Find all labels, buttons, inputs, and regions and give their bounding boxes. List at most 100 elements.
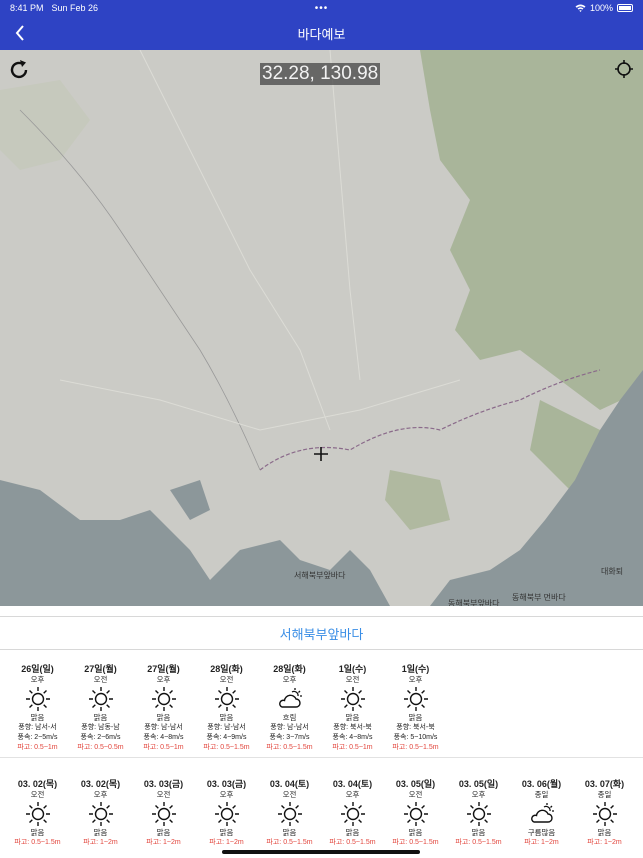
forecast-date: 03. 03(금) <box>206 779 247 789</box>
forecast-card: 27일(월) 오후 맑음 풍향: 남-남서 풍속: 4~8m/s 파고: 0.5… <box>132 663 195 753</box>
forecast-period: 종일 <box>597 790 612 799</box>
forecast-condition: 흐림 <box>282 713 297 722</box>
forecast-card: 03. 07(화) 종일 맑음 파고: 1~2m <box>573 778 636 848</box>
forecast-condition: 맑음 <box>219 828 234 837</box>
location-target-icon <box>615 60 633 78</box>
locate-button[interactable] <box>614 59 634 79</box>
wave-height: 파고: 0.5~1m <box>17 744 58 751</box>
multitask-dots[interactable]: ••• <box>315 3 329 14</box>
refresh-button[interactable] <box>7 58 31 82</box>
wave-height: 파고: 1~2m <box>83 839 118 846</box>
status-date: Sun Feb 26 <box>51 3 99 13</box>
wind-speed: 풍속: 4~8m/s <box>143 734 184 741</box>
sun-icon <box>592 802 617 826</box>
forecast-date: 27일(월) <box>84 664 117 674</box>
wave-height: 파고: 1~2m <box>524 839 559 846</box>
forecast-date: 1일(수) <box>338 664 367 674</box>
forecast-card: 03. 04(토) 오후 맑음 파고: 0.5~1.5m <box>321 778 384 848</box>
wave-height: 파고: 0.5~0.5m <box>77 744 124 751</box>
section-divider <box>0 757 643 758</box>
status-bar: 8:41 PM Sun Feb 26 ••• 100% <box>0 0 643 16</box>
home-indicator[interactable] <box>222 850 420 854</box>
forecast-date: 28일(화) <box>210 664 243 674</box>
back-button[interactable] <box>8 20 32 46</box>
wave-height: 파고: 0.5~1.5m <box>203 744 250 751</box>
forecast-condition: 맑음 <box>408 713 423 722</box>
forecast-period: 종일 <box>534 790 549 799</box>
forecast-period: 오전 <box>30 790 45 799</box>
forecast-date: 03. 06(월) <box>521 779 562 789</box>
wifi-icon <box>575 4 586 12</box>
wave-height: 파고: 0.5~1.5m <box>329 839 376 846</box>
forecast-condition: 맑음 <box>345 713 360 722</box>
forecast-card: 1일(수) 오후 맑음 풍향: 북서-북 풍속: 5~10m/s 파고: 0.5… <box>384 663 447 753</box>
forecast-period: 오후 <box>156 675 171 684</box>
wind-speed: 풍속: 3~7m/s <box>269 734 310 741</box>
sun-icon <box>151 802 176 826</box>
wave-height: 파고: 0.5~1.5m <box>14 839 61 846</box>
sun-icon <box>151 687 176 711</box>
coordinate-readout: 32.28, 130.98 <box>260 63 381 85</box>
forecast-date: 03. 04(토) <box>269 779 310 789</box>
forecast-card: 03. 04(토) 오전 맑음 파고: 0.5~1.5m <box>258 778 321 848</box>
wave-height: 파고: 0.5~1.5m <box>266 839 313 846</box>
wave-height: 파고: 0.5~1m <box>143 744 184 751</box>
forecast-period: 오전 <box>156 790 171 799</box>
map-crosshair-icon <box>314 447 328 461</box>
wind-direction: 풍향: 남-남서 <box>207 724 246 731</box>
label-east-sea-far[interactable]: 동해북부 먼바다 <box>512 592 566 603</box>
label-daehwatoe[interactable]: 대화퇴 <box>601 566 623 577</box>
wind-speed: 풍속: 4~8m/s <box>332 734 373 741</box>
sun-icon <box>403 687 428 711</box>
sun-icon <box>88 802 113 826</box>
forecast-condition: 맑음 <box>156 828 171 837</box>
forecast-card: 1일(수) 오전 맑음 풍향: 북서-북 풍속: 4~8m/s 파고: 0.5~… <box>321 663 384 753</box>
sea-map[interactable]: 32.28, 130.98 서해북부앞바다 동해북부앞바다 동해북부 먼바다 대… <box>0 50 643 606</box>
forecast-condition: 맑음 <box>345 828 360 837</box>
wind-speed: 풍속: 2~6m/s <box>80 734 121 741</box>
wind-direction: 풍향: 남동-남 <box>81 724 120 731</box>
forecast-period: 오후 <box>408 675 423 684</box>
battery-percent: 100% <box>589 3 613 13</box>
sun-icon <box>277 802 302 826</box>
forecast-date: 03. 05(일) <box>395 779 436 789</box>
forecast-period: 오전 <box>345 675 360 684</box>
forecast-date: 03. 03(금) <box>143 779 184 789</box>
page-title: 바다예보 <box>297 26 346 42</box>
wave-height: 파고: 1~2m <box>587 839 622 846</box>
forecast-card: 27일(월) 오전 맑음 풍향: 남동-남 풍속: 2~6m/s 파고: 0.5… <box>69 663 132 753</box>
wave-height: 파고: 0.5~1m <box>332 744 373 751</box>
forecast-date: 26일(일) <box>21 664 54 674</box>
forecast-card: 28일(화) 오전 맑음 풍향: 남-남서 풍속: 4~9m/s 파고: 0.5… <box>195 663 258 753</box>
forecast-date: 03. 02(목) <box>17 779 58 789</box>
forecast-condition: 맑음 <box>408 828 423 837</box>
forecast-condition: 맑음 <box>471 828 486 837</box>
sun-icon <box>25 687 50 711</box>
forecast-condition: 구름많음 <box>527 828 556 837</box>
map-background <box>0 50 643 606</box>
forecast-condition: 맑음 <box>282 828 297 837</box>
wind-speed: 풍속: 4~9m/s <box>206 734 247 741</box>
wave-height: 파고: 0.5~1.5m <box>266 744 313 751</box>
label-west-sea[interactable]: 서해북부앞바다 <box>294 570 346 581</box>
cloud-sun-icon <box>530 803 554 823</box>
wave-height: 파고: 0.5~1.5m <box>455 839 502 846</box>
label-east-sea-near[interactable]: 동해북부앞바다 <box>448 598 500 606</box>
forecast-card: 03. 03(금) 오후 맑음 파고: 1~2m <box>195 778 258 848</box>
status-time: 8:41 PM <box>10 3 44 13</box>
forecast-card: 03. 06(월) 종일 구름많음 파고: 1~2m <box>510 778 573 848</box>
forecast-period: 오전 <box>93 675 108 684</box>
wave-height: 파고: 1~2m <box>209 839 244 846</box>
forecast-card: 03. 03(금) 오전 맑음 파고: 1~2m <box>132 778 195 848</box>
nav-bar: 바다예보 <box>0 16 643 50</box>
forecast-date: 03. 05(일) <box>458 779 499 789</box>
forecast-condition: 맑음 <box>30 713 45 722</box>
sun-icon <box>466 802 491 826</box>
forecast-condition: 맑음 <box>156 713 171 722</box>
forecast-condition: 맑음 <box>93 828 108 837</box>
forecast-period: 오후 <box>30 675 45 684</box>
sun-icon <box>340 687 365 711</box>
forecast-date: 03. 04(토) <box>332 779 373 789</box>
battery-icon <box>617 4 633 12</box>
wave-height: 파고: 0.5~1.5m <box>392 744 439 751</box>
